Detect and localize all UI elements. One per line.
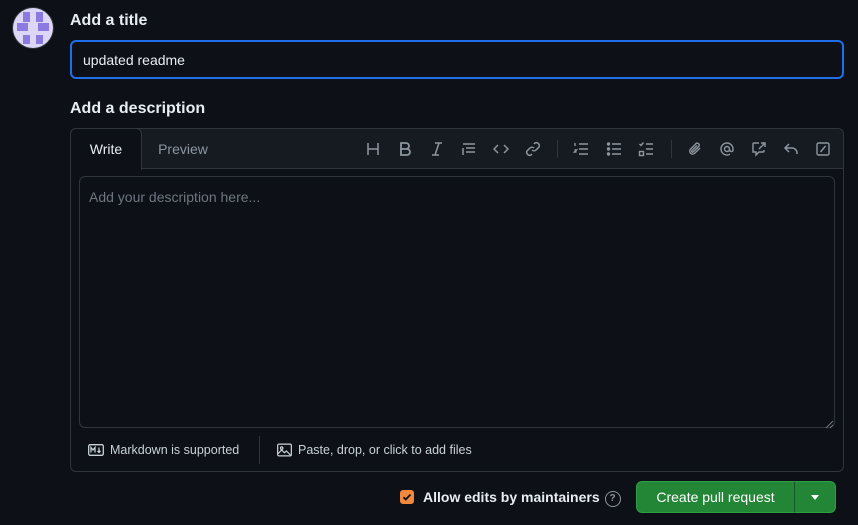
quote-icon[interactable]	[459, 139, 479, 159]
mention-icon[interactable]	[717, 139, 737, 159]
allow-edits-label[interactable]: Allow edits by maintainers	[423, 489, 600, 505]
description-editor: Write Preview Add your description here.…	[70, 128, 844, 472]
unordered-list-icon[interactable]	[604, 139, 624, 159]
description-textarea[interactable]	[79, 176, 835, 428]
attach-file-icon[interactable]	[685, 139, 705, 159]
slash-commands-icon[interactable]	[813, 139, 833, 159]
markdown-support-link[interactable]: Markdown is supported	[88, 442, 239, 458]
task-list-icon[interactable]	[636, 139, 656, 159]
markdown-label: Markdown is supported	[110, 443, 240, 457]
cross-reference-icon[interactable]	[749, 139, 769, 159]
create-pull-request-button[interactable]: Create pull request	[636, 481, 795, 513]
markdown-icon	[88, 444, 104, 456]
title-label: Add a title	[70, 12, 148, 29]
description-label: Add a description	[70, 100, 206, 117]
link-icon[interactable]	[523, 139, 543, 159]
checkmark-icon	[402, 493, 412, 501]
code-icon[interactable]	[491, 139, 511, 159]
image-icon	[277, 443, 292, 457]
heading-icon[interactable]	[363, 139, 383, 159]
italic-icon[interactable]	[427, 139, 447, 159]
bold-icon[interactable]	[395, 139, 415, 159]
caret-down-icon	[811, 495, 819, 500]
user-avatar[interactable]	[13, 8, 53, 48]
numbered-list-icon[interactable]	[571, 139, 591, 159]
toolbar-divider	[671, 140, 672, 158]
saved-replies-icon[interactable]	[781, 139, 801, 159]
tab-write[interactable]: Write	[70, 128, 142, 170]
allow-edits-checkbox[interactable]	[400, 490, 414, 504]
create-options-dropdown-button[interactable]	[794, 481, 836, 513]
resize-handle-icon[interactable]	[825, 416, 834, 429]
help-icon[interactable]: ?	[604, 490, 621, 507]
toolbar-divider	[557, 140, 558, 158]
footer-divider	[259, 436, 260, 464]
editor-tab-bar: Write Preview	[70, 128, 843, 170]
attach-files-button[interactable]: Paste, drop, or click to add files	[277, 442, 472, 458]
tab-preview[interactable]: Preview	[141, 129, 225, 169]
title-input[interactable]	[70, 40, 844, 79]
attach-files-label: Paste, drop, or click to add files	[298, 443, 472, 457]
allow-edits-option: Allow edits by maintainers ?	[400, 488, 621, 507]
